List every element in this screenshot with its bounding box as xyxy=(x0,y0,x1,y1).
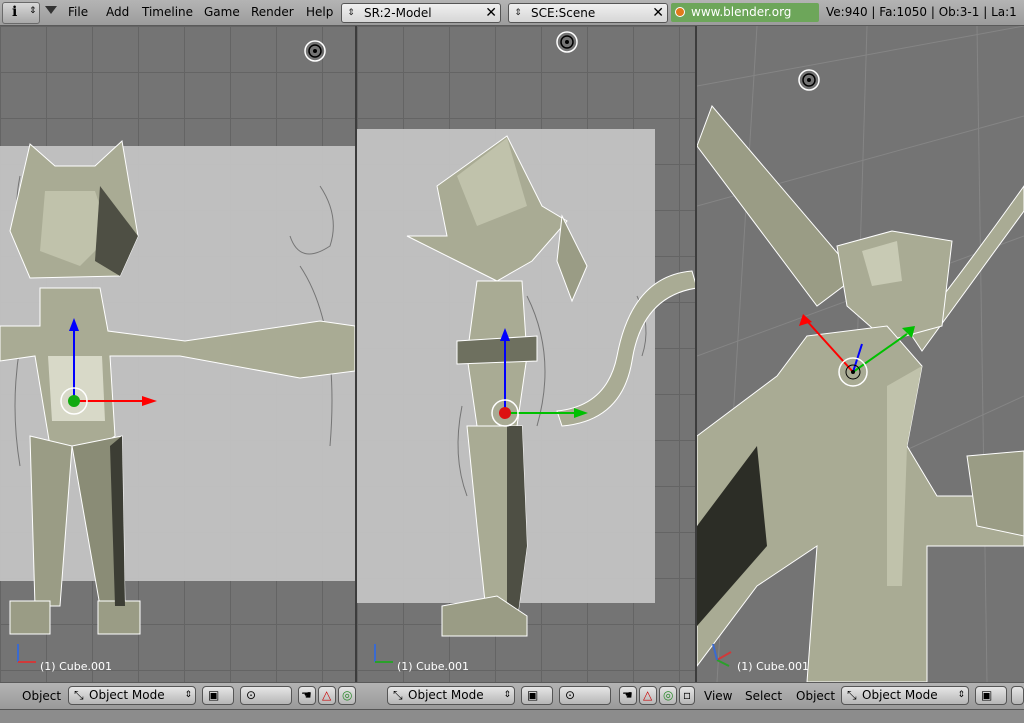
blender-org-link[interactable]: www.blender.org 249.2 xyxy=(671,3,819,38)
scale-toggle[interactable]: ▫ xyxy=(679,686,695,705)
manipulator-toggle[interactable]: ☚ xyxy=(619,686,637,705)
square-icon: ▫ xyxy=(683,688,692,702)
screen-selector[interactable]: ⇕ SR:2-Model ✕ xyxy=(341,3,501,23)
chevron-updown-icon: ⇕ xyxy=(347,8,355,18)
triangle-icon: △ xyxy=(643,688,653,702)
select-menu[interactable]: Select xyxy=(745,689,782,703)
rotate-toggle[interactable]: ◎ xyxy=(659,686,677,705)
hand-icon: ☚ xyxy=(301,688,312,702)
mode-selector[interactable]: ⤡ Object Mode ⇕ xyxy=(387,686,515,705)
chevron-updown-icon: ⇕ xyxy=(957,690,965,700)
mode-selector[interactable]: ⤡ Object Mode ⇕ xyxy=(68,686,196,705)
top-header: i ⇕ File Add Timeline Game Render Help ⇕… xyxy=(0,0,1024,38)
triangle-icon: △ xyxy=(322,688,332,702)
translate-toggle[interactable]: △ xyxy=(639,686,657,705)
screen-field-value: SR:2-Model xyxy=(364,6,432,20)
close-icon[interactable]: ✕ xyxy=(485,4,497,22)
viewport-side[interactable]: (1) Cube.001 xyxy=(357,26,697,682)
scene-selector[interactable]: ⇕ SCE:Scene ✕ xyxy=(508,3,668,23)
info-window-type-icon[interactable]: i ⇕ xyxy=(2,2,40,24)
menu-file[interactable]: File xyxy=(68,5,88,19)
menu-timeline[interactable]: Timeline xyxy=(142,5,193,19)
object-mode-icon: ⤡ xyxy=(74,688,84,702)
menu-render[interactable]: Render xyxy=(251,5,294,19)
object-menu[interactable]: Object xyxy=(796,689,835,703)
pivot-icon: ⊙ xyxy=(246,688,257,702)
active-object-label: (1) Cube.001 xyxy=(397,660,469,673)
draw-type-selector[interactable]: ▣ xyxy=(202,686,234,705)
viewport-perspective[interactable]: (1) Cube.001 xyxy=(697,26,1024,682)
circle-icon: ◎ xyxy=(663,688,674,702)
viewport-front[interactable]: (1) Cube.001 xyxy=(0,26,357,682)
pivot-selector[interactable]: ⊙ xyxy=(240,686,292,705)
active-object-label: (1) Cube.001 xyxy=(737,660,809,673)
cube-icon: ▣ xyxy=(981,688,993,702)
object-menu[interactable]: Object xyxy=(22,689,61,703)
chevron-updown-icon: ⇕ xyxy=(514,8,522,18)
info-icon: i xyxy=(12,4,18,20)
active-object-label: (1) Cube.001 xyxy=(40,660,112,673)
mode-label: Object Mode xyxy=(89,688,165,702)
pivot-selector[interactable]: ⊙ xyxy=(559,686,611,705)
pivot-selector[interactable] xyxy=(1011,686,1024,705)
mode-selector[interactable]: ⤡ Object Mode ⇕ xyxy=(841,686,969,705)
rotate-toggle[interactable]: ◎ xyxy=(338,686,356,705)
draw-type-selector[interactable]: ▣ xyxy=(975,686,1007,705)
lower-window-header xyxy=(0,709,1024,723)
scene-stats: Ve:940 | Fa:1050 | Ob:3-1 | La:1 xyxy=(826,5,1017,19)
chevron-updown-icon: ⇕ xyxy=(184,690,192,700)
menu-help[interactable]: Help xyxy=(306,5,333,19)
viewport-header-perspective: View Select Object ⤡ Object Mode ⇕ ▣ xyxy=(697,682,1024,709)
axis-orientation-icon xyxy=(374,644,393,663)
scene-field-value: SCE:Scene xyxy=(531,6,596,20)
mode-label: Object Mode xyxy=(408,688,484,702)
object-mode-icon: ⤡ xyxy=(393,688,403,702)
chevron-updown-icon: ⇕ xyxy=(29,6,37,16)
circle-icon: ◎ xyxy=(342,688,353,702)
perspective-grid xyxy=(697,26,1024,682)
axis-orientation-icon xyxy=(712,643,732,667)
viewport-header-front: Object ⤡ Object Mode ⇕ ▣ ⊙ ☚ △ ◎ xyxy=(0,682,357,709)
translate-toggle[interactable]: △ xyxy=(318,686,336,705)
collapse-menu-triangle-icon[interactable] xyxy=(45,6,57,14)
close-icon[interactable]: ✕ xyxy=(652,4,664,22)
mode-label: Object Mode xyxy=(862,688,938,702)
menu-add[interactable]: Add xyxy=(106,5,129,19)
pivot-icon: ⊙ xyxy=(565,688,576,702)
viewport-header-side: ⤡ Object Mode ⇕ ▣ ⊙ ☚ △ ◎ ▫ xyxy=(357,682,697,709)
chevron-updown-icon: ⇕ xyxy=(503,690,511,700)
menu-game[interactable]: Game xyxy=(204,5,240,19)
view-menu[interactable]: View xyxy=(704,689,732,703)
axis-orientation-icon xyxy=(17,644,36,663)
hand-icon: ☚ xyxy=(622,688,633,702)
cube-icon: ▣ xyxy=(527,688,539,702)
draw-type-selector[interactable]: ▣ xyxy=(521,686,553,705)
cube-icon: ▣ xyxy=(208,688,220,702)
blender-logo-icon xyxy=(675,7,685,17)
object-mode-icon: ⤡ xyxy=(847,688,857,702)
manipulator-toggle[interactable]: ☚ xyxy=(298,686,316,705)
character-mesh-front xyxy=(0,40,355,635)
character-mesh-side xyxy=(406,31,695,637)
